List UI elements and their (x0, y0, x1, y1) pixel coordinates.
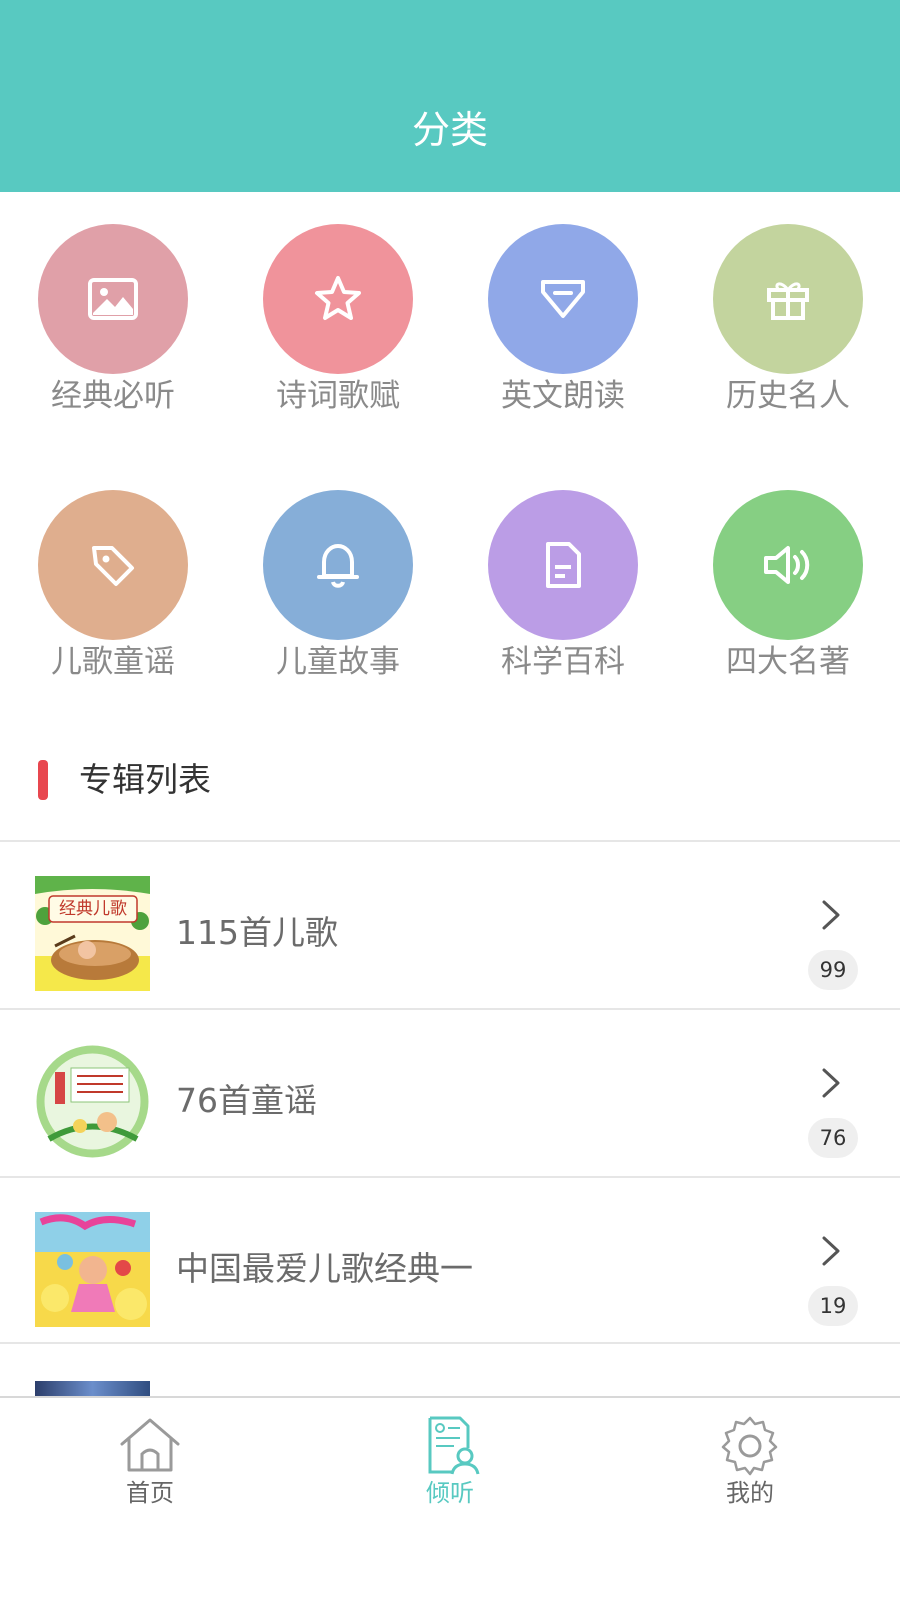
star-icon (315, 276, 361, 320)
category-circle (38, 490, 188, 640)
category-label: 科学百科 (501, 644, 625, 680)
category-circle (713, 224, 863, 374)
album-cover (35, 1212, 150, 1327)
album-cover (35, 1044, 150, 1159)
chevron-right-icon (822, 1068, 840, 1098)
album-row[interactable]: 经典儿歌 115首儿歌 99 (0, 842, 900, 1008)
top-bar: 分类 (0, 0, 900, 192)
album-title: 中国最爱儿歌经典一 (176, 1249, 473, 1288)
category-nursery[interactable]: 儿歌童谣 (0, 490, 226, 682)
document-icon (546, 542, 581, 588)
category-label: 英文朗读 (501, 378, 625, 414)
category-science[interactable]: 科学百科 (450, 490, 676, 682)
nav-item-listen[interactable]: 倾听 (380, 1414, 520, 1510)
album-list-header: 专辑列表 (0, 756, 900, 812)
divider (0, 1342, 900, 1344)
album-title: 76首童谣 (176, 1081, 317, 1120)
settings-icon (721, 1416, 778, 1476)
album-row[interactable]: 76首童谣 76 (0, 1010, 900, 1176)
album-track-count: 76 (808, 1118, 858, 1158)
category-label: 诗词歌赋 (276, 378, 400, 414)
image-icon (88, 278, 138, 320)
album-track-count: 99 (808, 950, 858, 990)
tag-icon (92, 546, 134, 586)
category-label: 经典必听 (51, 378, 175, 414)
category-label: 儿歌童谣 (51, 644, 175, 680)
nav-item-mine[interactable]: 我的 (680, 1414, 820, 1510)
category-circle (263, 490, 413, 640)
gift-icon (767, 282, 809, 320)
nav-item-home[interactable]: 首页 (80, 1414, 220, 1510)
category-circle (488, 490, 638, 640)
category-classic[interactable]: 经典必听 (0, 224, 226, 416)
bottom-nav: 首页 倾听 我的 (0, 1396, 900, 1602)
page-title: 分类 (411, 108, 488, 152)
speaker-icon (764, 546, 810, 584)
chevron-right-icon (822, 900, 840, 930)
category-circle (713, 490, 863, 640)
category-poetry[interactable]: 诗词歌赋 (225, 224, 451, 416)
listen-icon (428, 1416, 480, 1475)
category-circle (263, 224, 413, 374)
category-circle (488, 224, 638, 374)
category-label: 儿童故事 (276, 644, 400, 680)
bell-icon (317, 544, 359, 588)
category-label: 四大名著 (726, 644, 850, 680)
album-cover: 经典儿歌 (35, 876, 150, 991)
category-stories[interactable]: 儿童故事 (225, 490, 451, 682)
category-classics[interactable]: 四大名著 (675, 490, 900, 682)
category-english[interactable]: 英文朗读 (450, 224, 676, 416)
album-cover-title: 经典儿歌 (59, 899, 127, 919)
section-title: 专辑列表 (79, 760, 211, 799)
nav-label: 首页 (126, 1479, 174, 1507)
gem-icon (541, 280, 585, 318)
home-icon (120, 1418, 180, 1472)
category-circle (38, 224, 188, 374)
nav-label: 我的 (726, 1479, 774, 1507)
album-cover (35, 1381, 150, 1397)
nav-label: 倾听 (426, 1479, 474, 1507)
album-track-count: 19 (808, 1286, 858, 1326)
chevron-right-icon (822, 1236, 840, 1266)
category-label: 历史名人 (726, 378, 850, 414)
section-accent-bar (38, 760, 48, 800)
category-history[interactable]: 历史名人 (675, 224, 900, 416)
album-title: 115首儿歌 (176, 913, 338, 952)
album-row[interactable]: 中国最爱儿歌经典一 19 (0, 1178, 900, 1344)
